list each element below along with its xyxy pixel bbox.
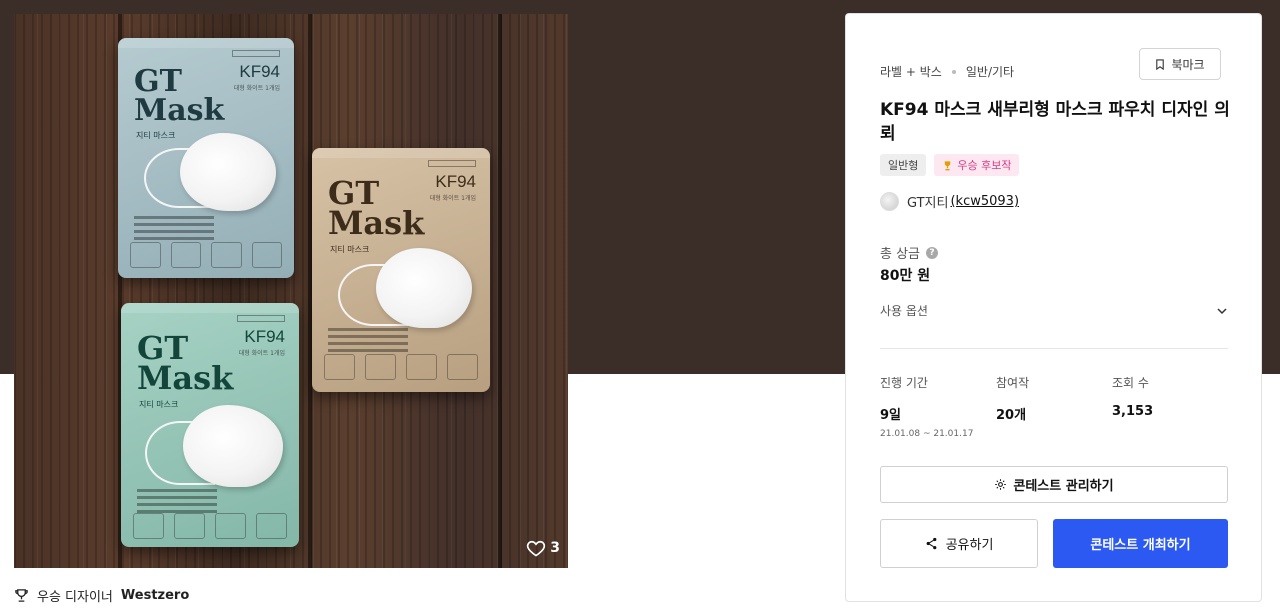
mask-graphic (376, 248, 472, 328)
pouch-spec-sub: 대형 화이트 1개입 (429, 195, 476, 202)
bookmark-icon (1156, 58, 1165, 70)
like-button[interactable]: 3 (526, 538, 560, 558)
trophy-icon (15, 589, 28, 602)
pouch-brand-line2: Mask (137, 359, 234, 398)
heart-icon (527, 540, 546, 557)
pouch-sub: 지티 마스크 (136, 131, 176, 140)
usage-options-toggle[interactable]: 사용 옵션 (880, 302, 1228, 319)
contest-stats: 진행 기간 9일 21.01.08 ~ 21.01.17 참여작 20개 조회 … (880, 374, 1228, 439)
award-tag: 우승 후보작 (934, 154, 1020, 176)
contest-type-tag: 일반형 (880, 154, 927, 176)
trophy-icon (945, 160, 951, 170)
prize-label-text: 총 상금 (880, 247, 921, 262)
stat-views-value: 3,153 (1112, 404, 1154, 419)
winner-designer: 우승 디자이너 Westzero (14, 586, 189, 605)
breadcrumb-separator (951, 69, 956, 74)
bookmark-button[interactable]: 북마크 (1139, 48, 1221, 80)
contest-title: KF94 마스크 새부리형 마스크 파우치 디자인 의뢰 (880, 100, 1230, 144)
breadcrumb-category[interactable]: 라벨 + 박스 (880, 63, 942, 80)
share-label: 공유하기 (945, 538, 994, 553)
like-count: 3 (550, 540, 560, 556)
pouch-sub: 지티 마스크 (330, 245, 370, 254)
mask-graphic (180, 133, 276, 211)
designer-name[interactable]: Westzero (121, 588, 189, 603)
stat-period-value: 9일 (880, 408, 902, 423)
manage-contest-button[interactable]: 콘테스트 관리하기 (880, 466, 1228, 503)
prize-label: 총 상금 ? (880, 243, 939, 262)
mask-pouch-blue: GT Mask KF94 대형 화이트 1개입 지티 마스크 (118, 38, 294, 278)
pouch-spec-sub: 대형 화이트 1개입 (233, 85, 280, 92)
gear-icon (995, 479, 1007, 490)
pouch-spec: KF94 (244, 327, 285, 346)
tag-list: 일반형 우승 후보작 (880, 154, 1020, 176)
host-contest-label: 콘테스트 개최하기 (1090, 538, 1191, 553)
breadcrumb-subcategory[interactable]: 일반/기타 (966, 63, 1014, 80)
stat-entries: 참여작 20개 (996, 374, 1112, 439)
pouch-spec-sub: 대형 화이트 1개입 (238, 350, 285, 357)
pouch-brand-line2: Mask (328, 204, 425, 243)
stat-views-label: 조회 수 (1112, 376, 1149, 390)
share-icon (926, 537, 936, 550)
stat-views: 조회 수 3,153 (1112, 374, 1228, 439)
owner-handle[interactable]: (kcw5093) (950, 194, 1019, 209)
stat-period: 진행 기간 9일 21.01.08 ~ 21.01.17 (880, 374, 996, 439)
contest-owner[interactable]: GT지티 (kcw5093) (880, 192, 1019, 211)
chevron-down-icon (1217, 307, 1227, 314)
pouch-spec: KF94 (435, 172, 476, 191)
mask-pouch-beige: GT Mask KF94 대형 화이트 1개입 지티 마스크 (312, 148, 490, 392)
award-tag-label: 우승 후보작 (957, 159, 1012, 172)
bookmark-label: 북마크 (1171, 57, 1205, 72)
prize-value: 80만 원 (880, 268, 931, 284)
avatar (880, 192, 899, 211)
mask-pouch-mint: GT Mask KF94 대형 화이트 1개입 지티 마스크 (121, 303, 299, 547)
stat-period-range: 21.01.08 ~ 21.01.17 (880, 429, 974, 439)
divider (880, 348, 1228, 349)
pouch-brand-line2: Mask (134, 92, 225, 128)
manage-contest-label: 콘테스트 관리하기 (1013, 479, 1114, 494)
usage-options-label: 사용 옵션 (880, 304, 928, 318)
product-image[interactable]: GT Mask KF94 대형 화이트 1개입 지티 마스크 GT Mask K… (14, 14, 568, 568)
help-icon[interactable]: ? (926, 246, 939, 259)
stat-entries-label: 참여작 (996, 376, 1030, 390)
owner-name: GT지티 (907, 196, 949, 211)
pouch-sub: 지티 마스크 (139, 400, 179, 409)
mask-graphic (183, 405, 283, 487)
breadcrumb: 라벨 + 박스 일반/기타 (880, 63, 1014, 80)
stat-period-label: 진행 기간 (880, 376, 928, 390)
stat-entries-value: 20개 (996, 408, 1027, 423)
share-button[interactable]: 공유하기 (880, 519, 1038, 568)
pouch-spec: KF94 (239, 62, 280, 81)
contest-info-panel: 라벨 + 박스 일반/기타 북마크 KF94 마스크 새부리형 마스크 파우치 … (845, 13, 1262, 602)
host-contest-button[interactable]: 콘테스트 개최하기 (1053, 519, 1228, 568)
designer-prefix: 우승 디자이너 (37, 590, 113, 605)
